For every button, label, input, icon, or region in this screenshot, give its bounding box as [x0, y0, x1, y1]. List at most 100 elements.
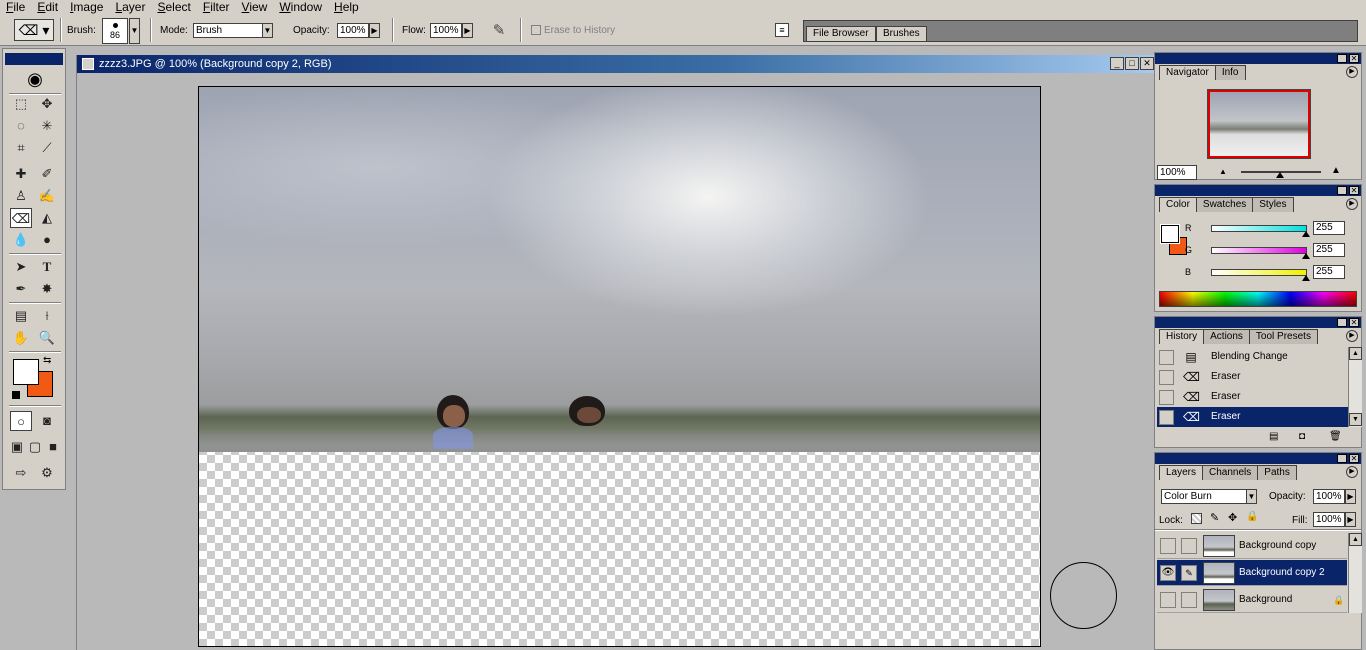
paint-bucket-icon[interactable]: ◭	[36, 208, 58, 228]
opacity-arrow-icon[interactable]: ▶	[369, 23, 380, 38]
marquee-icon[interactable]: ⬚	[10, 94, 32, 114]
erase-to-history-checkbox[interactable]	[531, 25, 541, 35]
eyedropper-icon[interactable]: ⟊	[36, 306, 58, 326]
palette-toggle-icon[interactable]: ≡	[775, 23, 789, 37]
menu-window[interactable]: Window	[273, 0, 328, 14]
history-source-checkbox[interactable]	[1159, 390, 1174, 405]
new-document-from-state-icon[interactable]: ▤	[1269, 431, 1278, 442]
flow-arrow-icon[interactable]: ▶	[462, 23, 473, 38]
palette-close-icon[interactable]: ✕	[1349, 454, 1359, 463]
history-item[interactable]: ▤ Blending Change	[1157, 347, 1349, 367]
tab-info[interactable]: Info	[1214, 65, 1246, 80]
menu-view[interactable]: View	[236, 0, 274, 14]
palette-minimize-icon[interactable]: _	[1337, 186, 1347, 195]
zoom-icon[interactable]: 🔍	[36, 328, 58, 348]
maximize-icon[interactable]: □	[1125, 57, 1139, 70]
magic-wand-icon[interactable]: ✳	[36, 116, 58, 136]
history-scrollbar[interactable]: ▲ ▼	[1348, 347, 1362, 427]
eye-icon[interactable]: 👁	[1160, 565, 1176, 581]
palette-close-icon[interactable]: ✕	[1349, 54, 1359, 63]
path-selection-icon[interactable]: ➤	[10, 257, 32, 277]
jump-icon[interactable]: ⚙	[36, 463, 58, 483]
flow-input[interactable]: 100%	[430, 23, 462, 38]
color-b-thumb[interactable]	[1302, 275, 1310, 281]
paintbrush-icon[interactable]: ✎	[1181, 565, 1197, 581]
history-item[interactable]: ⌫ Eraser	[1157, 387, 1349, 407]
layer-row[interactable]: Background 🔒	[1157, 587, 1347, 613]
standard-screen-icon[interactable]: ▣	[8, 437, 26, 457]
color-r-thumb[interactable]	[1302, 231, 1310, 237]
full-screen-menu-icon[interactable]: ▢	[26, 437, 44, 457]
layer-opacity-input[interactable]: 100%	[1313, 489, 1345, 504]
mode-dropdown-icon[interactable]: ▼	[262, 23, 273, 38]
navigator-slider-thumb[interactable]	[1276, 172, 1284, 178]
color-title-bar[interactable]	[1155, 185, 1361, 196]
layer-link-toggle[interactable]	[1181, 592, 1197, 608]
clone-stamp-icon[interactable]: ♙	[10, 186, 32, 206]
color-spectrum-bar[interactable]	[1159, 291, 1357, 307]
color-b-input[interactable]: 255	[1313, 265, 1345, 279]
tab-navigator[interactable]: Navigator	[1159, 65, 1216, 80]
layer-row[interactable]: Background copy	[1157, 533, 1347, 559]
snapshot-icon[interactable]: ◘	[1299, 431, 1305, 442]
close-icon[interactable]: ✕	[1140, 57, 1154, 70]
brush-icon[interactable]: ✐	[36, 164, 58, 184]
palette-minimize-icon[interactable]: _	[1337, 454, 1347, 463]
tool-preset-picker[interactable]: ⌫ ▾	[14, 19, 54, 41]
image-canvas[interactable]	[198, 86, 1041, 647]
color-g-thumb[interactable]	[1302, 253, 1310, 259]
full-screen-icon[interactable]: ■	[44, 437, 62, 457]
move-icon[interactable]: ✥	[36, 94, 58, 114]
navigator-title-bar[interactable]	[1155, 53, 1361, 64]
brush-preview[interactable]: 86	[102, 18, 128, 44]
history-title-bar[interactable]	[1155, 317, 1361, 328]
history-item-selected[interactable]: ⌫ Eraser	[1157, 407, 1349, 427]
standard-mode-icon[interactable]: ○	[10, 411, 32, 431]
scroll-down-icon[interactable]: ▼	[1349, 413, 1362, 426]
color-g-slider[interactable]	[1211, 247, 1307, 254]
tab-color[interactable]: Color	[1159, 197, 1197, 212]
healing-brush-icon[interactable]: ✚	[10, 164, 32, 184]
history-brush-icon[interactable]: ✍	[36, 186, 58, 206]
menu-help[interactable]: Help	[328, 0, 365, 14]
layer-row-selected[interactable]: 👁 ✎ Background copy 2	[1157, 560, 1347, 586]
crop-icon[interactable]: ⌗	[10, 138, 32, 158]
palette-minimize-icon[interactable]: _	[1337, 318, 1347, 327]
history-source-checkbox[interactable]	[1159, 370, 1174, 385]
blend-mode-dropdown-icon[interactable]: ▼	[1246, 489, 1257, 504]
menu-layer[interactable]: Layer	[109, 0, 151, 14]
lasso-icon[interactable]: ◌	[10, 116, 32, 136]
tab-styles[interactable]: Styles	[1252, 197, 1294, 212]
color-g-input[interactable]: 255	[1313, 243, 1345, 257]
tab-swatches[interactable]: Swatches	[1195, 197, 1254, 212]
jump-to-imageready-icon[interactable]: ⇨	[10, 463, 32, 483]
menu-edit[interactable]: Edit	[31, 0, 64, 14]
tab-paths[interactable]: Paths	[1257, 465, 1297, 480]
palette-menu-icon[interactable]: ▶	[1346, 466, 1358, 478]
type-icon[interactable]: T	[36, 257, 58, 277]
fill-arrow-icon[interactable]: ▶	[1345, 512, 1356, 527]
color-foreground-swatch[interactable]	[1160, 224, 1180, 244]
tab-actions[interactable]: Actions	[1203, 329, 1250, 344]
tab-layers[interactable]: Layers	[1159, 465, 1204, 480]
notes-icon[interactable]: ▤	[10, 306, 32, 326]
tab-file-browser[interactable]: File Browser	[806, 26, 876, 42]
menu-file[interactable]: File	[0, 0, 31, 14]
scroll-up-icon[interactable]: ▲	[1349, 347, 1362, 360]
mode-select[interactable]: Brush	[193, 23, 263, 38]
menu-image[interactable]: Image	[64, 0, 109, 14]
custom-shape-icon[interactable]: ✸	[36, 279, 58, 299]
slice-icon[interactable]: ⟋	[36, 138, 58, 158]
zoom-out-icon[interactable]: ▲	[1219, 167, 1229, 177]
foreground-color-swatch[interactable]	[13, 359, 39, 385]
history-item[interactable]: ⌫ Eraser	[1157, 367, 1349, 387]
layer-opacity-arrow-icon[interactable]: ▶	[1345, 489, 1356, 504]
navigator-thumbnail[interactable]	[1207, 89, 1311, 159]
palette-menu-icon[interactable]: ▶	[1346, 198, 1358, 210]
color-r-slider[interactable]	[1211, 225, 1307, 232]
fill-input[interactable]: 100%	[1313, 512, 1345, 527]
layer-link-toggle[interactable]	[1181, 538, 1197, 554]
airbrush-icon[interactable]: ✎	[487, 21, 511, 41]
layer-visibility-toggle[interactable]	[1160, 592, 1176, 608]
eraser-tool-icon[interactable]: ⌫	[10, 208, 32, 228]
